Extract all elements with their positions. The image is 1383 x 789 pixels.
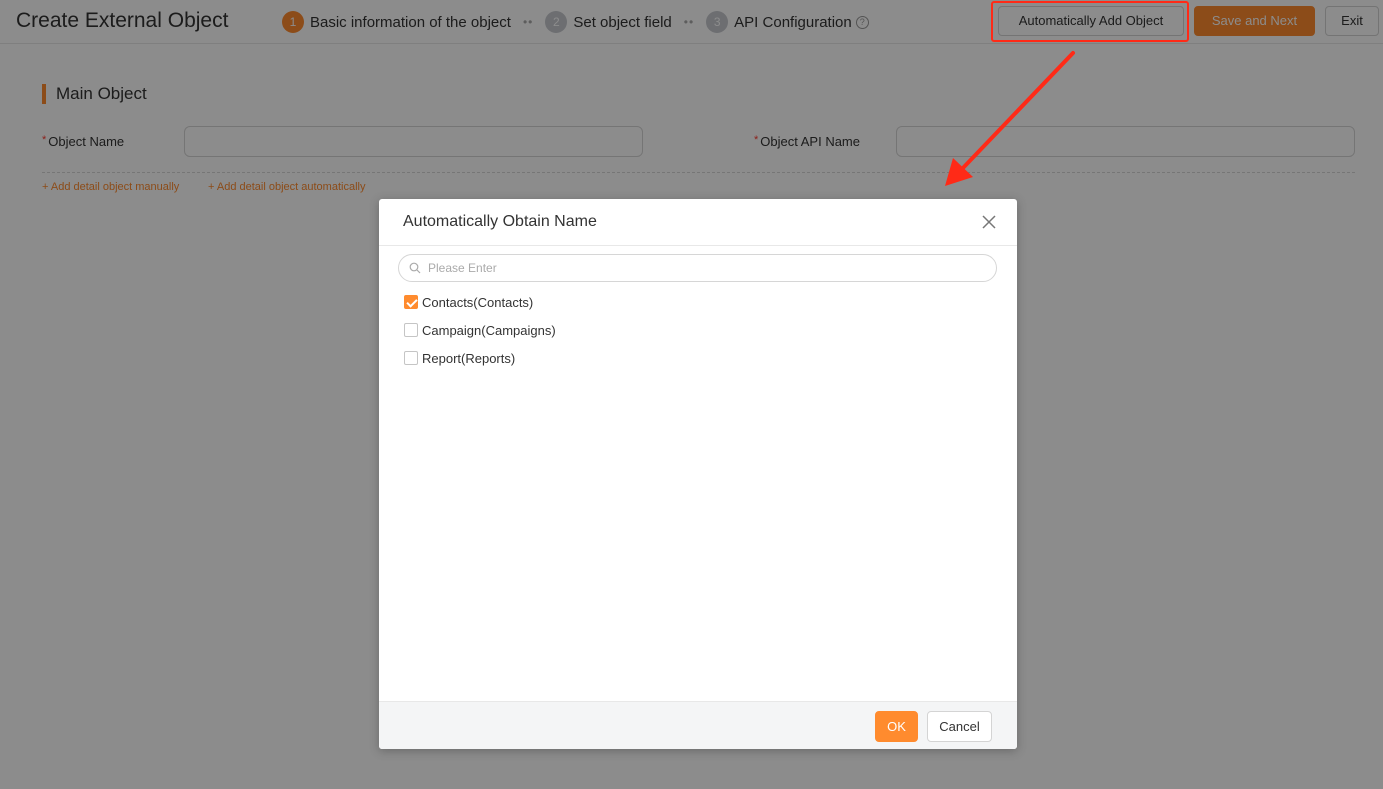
checkbox[interactable] [404, 351, 418, 365]
dialog-title: Automatically Obtain Name [403, 213, 597, 230]
dialog-search-box [398, 254, 997, 282]
option-label: Contacts(Contacts) [422, 294, 534, 310]
dialog-header: Automatically Obtain Name [379, 199, 1017, 246]
dialog-footer: OK Cancel [379, 701, 1017, 749]
search-input[interactable] [428, 259, 978, 277]
checkbox[interactable] [404, 323, 418, 337]
option-contacts[interactable]: Contacts(Contacts) [404, 293, 533, 311]
option-campaign[interactable]: Campaign(Campaigns) [404, 321, 556, 339]
option-report[interactable]: Report(Reports) [404, 349, 515, 367]
cancel-button[interactable]: Cancel [927, 711, 992, 742]
search-icon [409, 262, 421, 274]
checkbox-checked[interactable] [404, 295, 418, 309]
option-label: Report(Reports) [422, 350, 516, 366]
automatically-obtain-name-dialog: Automatically Obtain Name Contacts(Conta… [379, 199, 1017, 749]
ok-button[interactable]: OK [875, 711, 918, 742]
annotation-highlight-box [991, 1, 1189, 42]
option-label: Campaign(Campaigns) [422, 322, 556, 338]
close-icon[interactable] [979, 212, 999, 232]
